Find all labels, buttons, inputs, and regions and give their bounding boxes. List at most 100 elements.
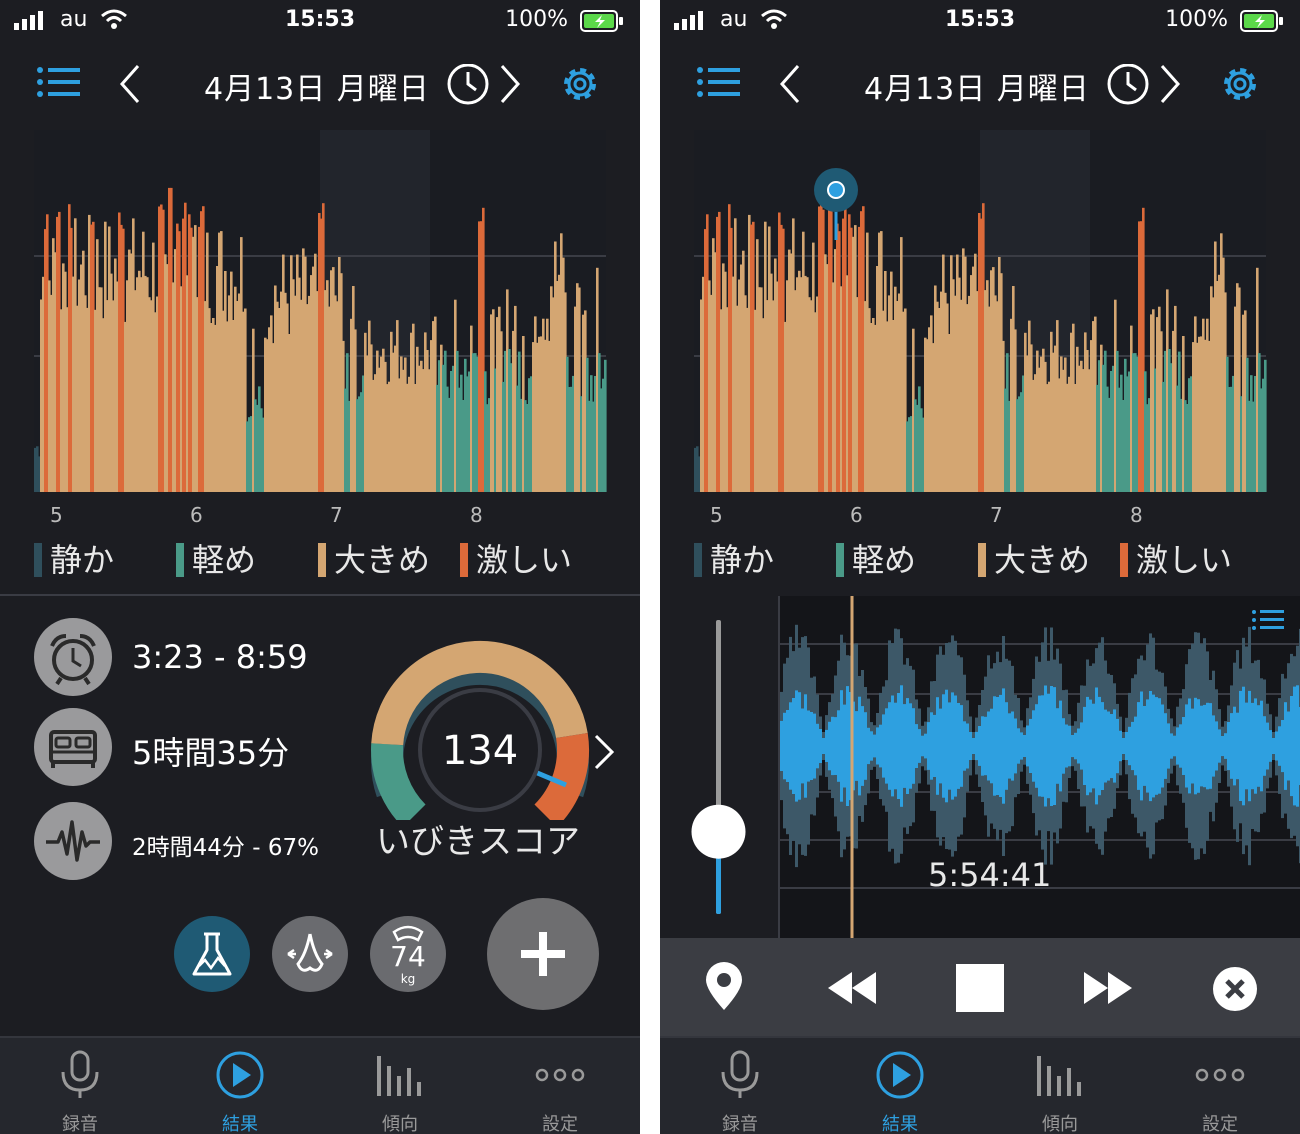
previous-day-icon[interactable]	[118, 64, 142, 104]
waveform-sample	[1032, 710, 1035, 782]
date-title: 4月13日 月曜日	[204, 72, 430, 107]
x-tick-5: 5	[50, 503, 63, 527]
waveform-sample	[927, 722, 930, 770]
waveform-sample	[804, 694, 807, 798]
waveform-sample	[1140, 691, 1143, 801]
waveform-sample	[924, 733, 927, 759]
waveform-sample	[1284, 702, 1287, 790]
time-range-row: 3:23 - 8:59	[34, 618, 354, 696]
battery-icon	[580, 10, 623, 32]
waveform-sample	[834, 717, 837, 775]
waveform-sample	[801, 708, 804, 784]
clock-icon[interactable]	[1106, 64, 1150, 108]
waveform-sample	[783, 712, 786, 780]
clock-icon[interactable]	[446, 64, 490, 108]
waveform-sample	[780, 720, 783, 771]
flask-icon	[192, 932, 232, 976]
list-menu-icon[interactable]	[696, 64, 740, 100]
snore-score-value: 134	[442, 728, 518, 774]
fast-forward-icon[interactable]	[1080, 968, 1136, 1008]
volume-slider[interactable]	[660, 596, 778, 938]
waveform-sample	[1134, 716, 1137, 776]
date-title: 4月13日 月曜日	[864, 72, 1090, 107]
waveform-sample	[930, 712, 933, 780]
waveform-sample	[1035, 704, 1038, 788]
waveform-sample	[1095, 687, 1098, 805]
weight-button[interactable]: 74 kg	[370, 916, 446, 992]
waveform-sample	[1212, 715, 1215, 777]
legend-item-loud: 大きめ	[978, 535, 1090, 581]
waveform-sample	[1044, 685, 1047, 807]
legend-item-loud: 大きめ	[318, 535, 430, 581]
waveform-sample	[1071, 735, 1074, 758]
waveform-sample	[846, 686, 849, 806]
waveform-sample	[906, 698, 909, 794]
waveform-sample	[921, 735, 924, 757]
waveform-sample	[1176, 727, 1179, 765]
close-icon[interactable]	[1212, 966, 1258, 1012]
waveform-sample	[1206, 702, 1209, 790]
next-day-icon[interactable]	[498, 64, 522, 104]
list-icon[interactable]	[1252, 610, 1284, 630]
tab-results[interactable]: 結果	[160, 1038, 320, 1134]
waveform-sample	[1248, 690, 1251, 802]
waveform-sample	[1233, 706, 1236, 786]
snore-score-gauge[interactable]: 134	[370, 640, 590, 820]
waveform-sample	[1164, 713, 1167, 779]
waveform-sample	[1146, 699, 1149, 793]
tab-label: 録音	[722, 1114, 758, 1134]
waveform-sample	[1161, 704, 1164, 788]
waveform-sample	[894, 702, 897, 790]
legend-label: 静か	[710, 541, 775, 579]
experiment-button[interactable]	[174, 916, 250, 992]
tab-results[interactable]: 結果	[820, 1038, 980, 1134]
waveform-sample	[1014, 718, 1017, 774]
snore-chart[interactable]: 5 6 7 8	[0, 120, 640, 530]
gear-icon[interactable]	[558, 62, 602, 106]
previous-day-icon[interactable]	[778, 64, 802, 104]
tab-settings[interactable]: 設定	[1140, 1038, 1300, 1134]
tab-record[interactable]: 録音	[0, 1038, 160, 1134]
tab-settings[interactable]: 設定	[480, 1038, 640, 1134]
waveform-sample	[858, 696, 861, 796]
battery-icon	[1240, 10, 1283, 32]
waveform-sample	[1209, 703, 1212, 789]
tab-trends[interactable]: 傾向	[320, 1038, 480, 1134]
pin-icon[interactable]	[702, 962, 746, 1014]
waveform-sample	[1023, 735, 1026, 757]
waveform-sample	[981, 716, 984, 776]
remedy-button[interactable]	[272, 916, 348, 992]
waveform-sample	[825, 729, 828, 762]
list-menu-icon[interactable]	[36, 64, 80, 100]
waveform-sample	[810, 712, 813, 780]
bed-icon	[34, 708, 112, 786]
volume-knob[interactable]	[691, 804, 746, 859]
legend-label: 激しい	[476, 541, 573, 579]
next-day-icon[interactable]	[1158, 64, 1182, 104]
waveform-sample	[1116, 718, 1119, 774]
add-button[interactable]	[487, 898, 599, 1010]
waveform-sample	[1170, 733, 1173, 759]
waveform-sample	[1221, 736, 1224, 757]
rewind-icon[interactable]	[824, 968, 880, 1008]
waveform-sample	[1092, 703, 1095, 789]
chevron-right-icon[interactable]	[592, 732, 616, 772]
waveform-sample	[822, 738, 825, 754]
waveform-sample	[1128, 726, 1131, 766]
waveform-sample	[855, 711, 858, 781]
waveform-sample	[831, 716, 834, 776]
play-icon	[216, 1051, 264, 1099]
legend-swatch	[176, 543, 184, 577]
tab-record[interactable]: 録音	[660, 1038, 820, 1134]
waveform-sample	[1167, 723, 1170, 769]
snore-chart[interactable]: 5 6 7 8	[660, 120, 1300, 530]
stop-button[interactable]	[956, 964, 1004, 1012]
waveform-sample	[1125, 732, 1128, 760]
tab-bar: 録音 結果 傾向 設定	[660, 1036, 1300, 1134]
waveform-sample	[1077, 728, 1080, 764]
waveform-sample	[876, 727, 879, 765]
tab-trends[interactable]: 傾向	[980, 1038, 1140, 1134]
snore-time-row: 2時間44分 - 67%	[34, 802, 354, 880]
gear-icon[interactable]	[1218, 62, 1262, 106]
waveform-sample	[993, 696, 996, 796]
